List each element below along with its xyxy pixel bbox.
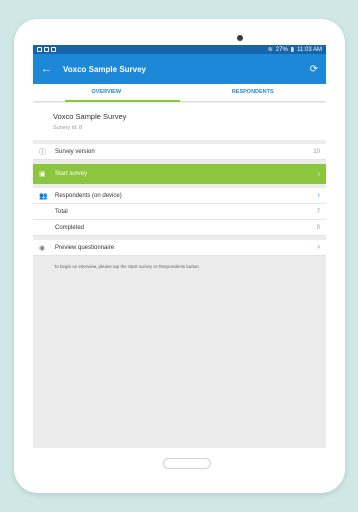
notification-icon — [44, 47, 49, 52]
respondents-row[interactable]: 👥 Respondents (on device) › — [33, 188, 326, 204]
chevron-right-icon: › — [317, 170, 320, 178]
chevron-right-icon: › — [317, 192, 320, 199]
battery-percent: 27% — [275, 46, 288, 53]
survey-id: Survey id: 8 — [53, 125, 83, 131]
clipboard-icon: ▣ — [39, 171, 46, 178]
tab-respondents[interactable]: RESPONDENTS — [180, 84, 327, 101]
survey-header: Voxco Sample Survey Survey id: 8 — [33, 103, 326, 140]
preview-questionnaire-row[interactable]: ◉ Preview questionnaire › — [33, 240, 326, 256]
completed-label: Completed — [55, 224, 85, 231]
notification-icon — [37, 47, 42, 52]
notification-icon — [51, 47, 56, 52]
survey-name: Voxco Sample Survey — [53, 112, 127, 121]
back-arrow-icon[interactable]: ← — [41, 63, 59, 75]
survey-version-label: Survey version — [55, 148, 95, 155]
app-screen: ≋ 27% ▮ 11:03 AM ← Voxco Sample Survey ⟳… — [33, 45, 326, 448]
clock: 11:03 AM — [297, 46, 322, 53]
total-value: 7 — [316, 208, 320, 215]
completed-value: 0 — [316, 224, 320, 231]
sync-icon[interactable]: ⟳ — [310, 64, 318, 75]
chevron-right-icon: › — [317, 244, 320, 251]
start-survey-button[interactable]: ▣ Start survey › — [33, 164, 326, 184]
respondents-label: Respondents (on device) — [55, 192, 122, 199]
info-icon: ⓘ — [39, 148, 46, 156]
preview-label: Preview questionnaire — [55, 244, 115, 251]
home-button[interactable] — [163, 458, 211, 469]
people-icon: 👥 — [39, 192, 48, 200]
total-row: Total 7 — [33, 204, 326, 220]
total-label: Total — [55, 208, 68, 215]
wifi-icon: ≋ — [267, 47, 273, 53]
survey-version-row: ⓘ Survey version 10 — [33, 144, 326, 160]
battery-icon: ▮ — [290, 47, 295, 53]
start-survey-label: Start survey — [55, 171, 88, 177]
status-bar: ≋ 27% ▮ 11:03 AM — [33, 45, 326, 54]
page-title: Voxco Sample Survey — [63, 64, 146, 74]
survey-version-value: 10 — [313, 148, 320, 155]
hint-text: To begin an interview, please tap the St… — [54, 264, 199, 269]
app-bar: ← Voxco Sample Survey ⟳ — [33, 54, 326, 84]
camera-dot — [237, 35, 243, 41]
tab-bar: OVERVIEW RESPONDENTS — [33, 84, 326, 102]
tab-overview[interactable]: OVERVIEW — [33, 84, 180, 102]
completed-row: Completed 0 — [33, 220, 326, 236]
eye-icon: ◉ — [39, 244, 46, 252]
